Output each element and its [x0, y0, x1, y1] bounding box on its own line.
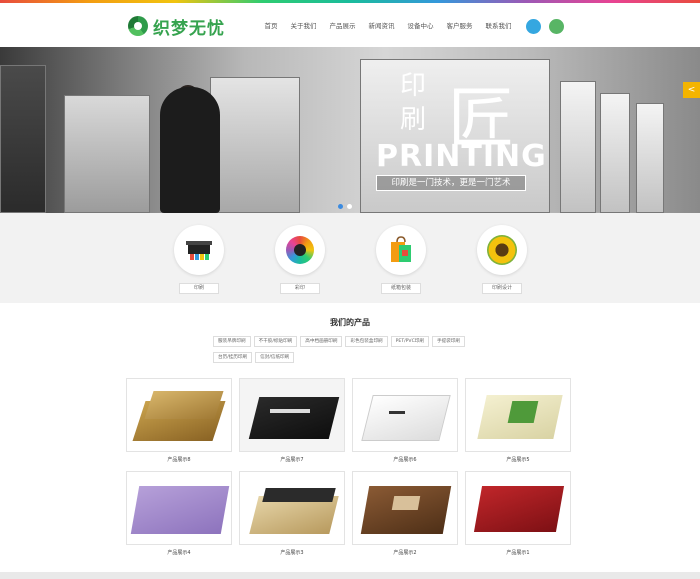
hero-char-1: 印	[400, 71, 427, 101]
logo[interactable]: 织梦无忧	[128, 13, 225, 39]
sunflower-icon	[477, 225, 527, 275]
hero-slogan: 印刷是一门技术，更是一门艺术	[376, 175, 526, 191]
green-circle-icon[interactable]	[549, 19, 564, 34]
service-label: 彩印	[280, 283, 320, 294]
category-tag[interactable]: 台历/挂历印刷	[213, 352, 253, 363]
services-section: 印刷 彩印 纸箱包装 印刷设计	[0, 213, 700, 303]
product-card[interactable]: 产品展示3	[239, 471, 345, 556]
product-category-tags: 服装吊牌印刷 不干胶/标贴印刷 高中档画册印刷 彩色包装盒印刷 PET/PVC印…	[213, 336, 488, 368]
product-image	[126, 471, 232, 545]
page: 织梦无忧 首页 关于我们 产品展示 新闻资讯 设备中心 客户服务 联系我们 印 …	[0, 0, 700, 579]
logo-text: 织梦无忧	[153, 18, 225, 39]
product-image	[239, 471, 345, 545]
nav-service[interactable]: 客户服务	[440, 20, 479, 30]
service-design[interactable]: 印刷设计	[476, 225, 528, 294]
service-label: 纸箱包装	[381, 283, 421, 294]
category-tag[interactable]: 高中档画册印刷	[300, 336, 343, 347]
product-card[interactable]: 产品展示2	[352, 471, 458, 556]
press-machine-right-2	[560, 81, 596, 213]
logo-mark-icon	[128, 16, 148, 36]
product-name: 产品展示5	[506, 457, 530, 463]
product-image	[465, 471, 571, 545]
product-card[interactable]: 产品展示1	[465, 471, 571, 556]
category-tag[interactable]: 不干胶/标贴印刷	[253, 336, 298, 347]
nav-products[interactable]: 产品展示	[323, 20, 362, 30]
category-tag[interactable]: 信封/信纸印刷	[255, 352, 295, 363]
service-packaging[interactable]: 纸箱包装	[375, 225, 427, 294]
category-tag[interactable]: 彩色包装盒印刷	[345, 336, 388, 347]
nav-home[interactable]: 首页	[258, 20, 284, 30]
press-machine-main	[210, 77, 300, 213]
product-image	[239, 378, 345, 452]
nav-contact[interactable]: 联系我们	[479, 20, 518, 30]
nav-equipment[interactable]: 设备中心	[401, 20, 440, 30]
category-tag[interactable]: 手提袋印刷	[431, 336, 465, 347]
category-tag[interactable]: 服装吊牌印刷	[213, 336, 251, 347]
category-tag[interactable]: PET/PVC印刷	[390, 336, 429, 347]
blue-circle-icon[interactable]	[526, 19, 541, 34]
product-name: 产品展示3	[280, 550, 304, 556]
service-label: 印刷设计	[482, 283, 522, 294]
press-machine-right-4	[636, 103, 664, 213]
product-name: 产品展示1	[506, 550, 530, 556]
press-machine-right-3	[600, 93, 630, 213]
slider-dot-2[interactable]	[347, 204, 352, 209]
product-card[interactable]: 产品展示5	[465, 378, 571, 463]
product-image	[126, 378, 232, 452]
service-label: 印刷	[179, 283, 219, 294]
footer-strip	[0, 572, 700, 579]
bag-icon	[376, 225, 426, 275]
nav-news[interactable]: 新闻资讯	[362, 20, 401, 30]
service-color-print[interactable]: 彩印	[274, 225, 326, 294]
service-print[interactable]: 印刷	[173, 225, 225, 294]
hero-printing-text: PRINTING	[376, 139, 547, 174]
product-name: 产品展示8	[167, 457, 191, 463]
printer-icon	[174, 225, 224, 275]
hero-char-2: 刷	[400, 105, 427, 135]
slider-dots	[338, 204, 356, 209]
side-float-tab[interactable]: <	[683, 82, 700, 98]
product-name: 产品展示4	[167, 550, 191, 556]
products-section-title: 我们的产品	[330, 318, 370, 327]
product-name: 产品展示2	[393, 550, 417, 556]
product-name: 产品展示7	[280, 457, 304, 463]
slider-dot-1[interactable]	[338, 204, 343, 209]
press-machine-left	[0, 65, 46, 213]
product-image	[465, 378, 571, 452]
product-name: 产品展示6	[393, 457, 417, 463]
header: 织梦无忧 首页 关于我们 产品展示 新闻资讯 设备中心 客户服务 联系我们	[0, 3, 700, 47]
color-wheel-icon	[275, 225, 325, 275]
press-machine-panel	[64, 95, 150, 213]
product-card[interactable]: 产品展示8	[126, 378, 232, 463]
nav-about[interactable]: 关于我们	[284, 20, 323, 30]
product-card[interactable]: 产品展示4	[126, 471, 232, 556]
product-image	[352, 378, 458, 452]
product-image	[352, 471, 458, 545]
product-card[interactable]: 产品展示7	[239, 378, 345, 463]
product-card[interactable]: 产品展示6	[352, 378, 458, 463]
worker-figure	[160, 87, 220, 213]
main-nav: 首页 关于我们 产品展示 新闻资讯 设备中心 客户服务 联系我们	[258, 3, 518, 47]
hero-banner: 印 刷 匠 PRINTING 印刷是一门技术，更是一门艺术 <	[0, 47, 700, 213]
